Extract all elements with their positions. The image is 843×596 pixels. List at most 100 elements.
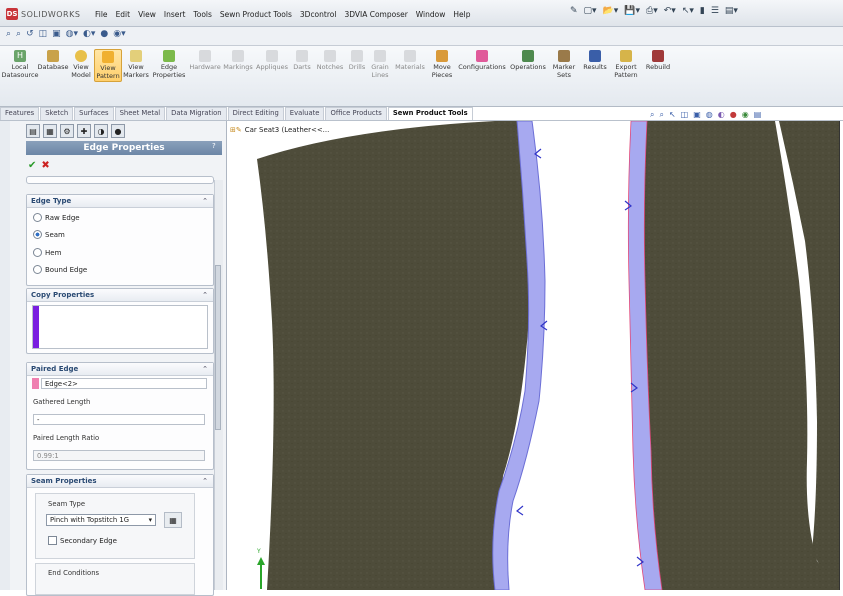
section-view-icon[interactable]: ◫ bbox=[681, 110, 689, 120]
options-icon[interactable]: ▤▾ bbox=[725, 6, 738, 16]
menu-file[interactable]: File bbox=[95, 10, 108, 19]
menu-window[interactable]: Window bbox=[416, 10, 446, 19]
display-manager-tab-icon[interactable]: ◑ bbox=[94, 124, 108, 138]
tab-evaluate[interactable]: Evaluate bbox=[284, 107, 325, 121]
radio-hem[interactable]: Hem bbox=[33, 248, 61, 257]
button-label: Grain Lines bbox=[371, 63, 389, 79]
tab-sketch[interactable]: Sketch bbox=[40, 107, 74, 121]
results-button[interactable]: Results bbox=[582, 50, 608, 72]
hide-show-icon[interactable]: ◐▾ bbox=[83, 29, 95, 39]
app-logo[interactable]: DS SOLIDWORKS bbox=[6, 7, 80, 21]
export-pattern-button[interactable]: Export Pattern bbox=[612, 50, 640, 79]
tab-features[interactable]: Features bbox=[0, 107, 40, 121]
secondary-edge-checkbox[interactable]: Secondary Edge bbox=[48, 536, 117, 545]
view-orientation-icon[interactable]: ▣ bbox=[693, 110, 701, 120]
section-view-icon[interactable]: ◫ bbox=[39, 29, 48, 39]
view-model-button[interactable]: View Model bbox=[70, 50, 92, 79]
file-properties-icon[interactable]: ☰ bbox=[711, 6, 719, 16]
property-manager-tab-icon[interactable]: ▦ bbox=[43, 124, 57, 138]
view-orientation-icon[interactable]: ▣ bbox=[52, 29, 61, 39]
appearance-tab-icon[interactable]: ● bbox=[111, 124, 125, 138]
scene-icon[interactable]: ◉▾ bbox=[113, 29, 125, 39]
menu-3dvia-composer[interactable]: 3DVIA Composer bbox=[344, 10, 407, 19]
tab-direct-editing[interactable]: Direct Editing bbox=[227, 107, 284, 121]
view-pattern-button[interactable]: View Pattern bbox=[94, 49, 122, 82]
gathered-length-field[interactable]: - bbox=[33, 414, 205, 425]
menu-view[interactable]: View bbox=[138, 10, 156, 19]
menu-3dcontrol[interactable]: 3Dcontrol bbox=[300, 10, 337, 19]
help-icon[interactable]: ? bbox=[212, 142, 216, 150]
save-icon[interactable]: 💾▾ bbox=[624, 6, 640, 16]
scrollbar-thumb[interactable] bbox=[215, 265, 221, 430]
section-title: Edge Type bbox=[31, 197, 72, 205]
zoom-to-fit-icon[interactable]: ⌕ bbox=[6, 29, 11, 39]
notches-button[interactable]: Notches bbox=[316, 50, 344, 72]
pin-icon[interactable]: ✎ bbox=[570, 6, 578, 16]
feature-tree-root[interactable]: ⊞✎ Car Seat3 (Leather<<... bbox=[230, 126, 329, 134]
select-icon[interactable]: ↖▾ bbox=[682, 6, 694, 16]
copy-properties-list[interactable] bbox=[32, 305, 208, 349]
tab-office-products[interactable]: Office Products bbox=[325, 107, 387, 121]
rebuild-small-icon[interactable]: ▮ bbox=[700, 6, 705, 16]
scene-icon[interactable]: ◉ bbox=[742, 110, 749, 120]
marker-sets-button[interactable]: Marker Sets bbox=[552, 50, 576, 79]
appliques-button[interactable]: Appliques bbox=[256, 50, 288, 72]
tab-data-migration[interactable]: Data Migration bbox=[166, 107, 227, 121]
pattern-canvas: Y bbox=[256, 121, 839, 590]
ok-check-icon[interactable]: ✔ bbox=[28, 160, 36, 171]
operations-button[interactable]: Operations bbox=[508, 50, 548, 72]
dimxpert-tab-icon[interactable]: ✚ bbox=[77, 124, 91, 138]
previous-view-icon[interactable]: ↖ bbox=[669, 110, 676, 120]
zoom-fit-icon[interactable]: ⌕ bbox=[650, 110, 654, 120]
seam-library-button[interactable]: ▦ bbox=[164, 512, 182, 528]
tab-sewn-product-tools[interactable]: Sewn Product Tools bbox=[387, 107, 473, 121]
feature-manager-tab-icon[interactable]: ▤ bbox=[26, 124, 40, 138]
seam-type-dropdown[interactable]: Pinch with Topstitch 1G ▾ bbox=[46, 514, 156, 526]
previous-view-icon[interactable]: ↺ bbox=[26, 29, 34, 39]
paired-edge-header[interactable]: Paired Edge ⌃ bbox=[27, 363, 213, 376]
materials-button[interactable]: Materials bbox=[394, 50, 426, 72]
view-markers-button[interactable]: View Markers bbox=[122, 50, 150, 79]
markings-button[interactable]: Markings bbox=[223, 50, 253, 72]
menu-help[interactable]: Help bbox=[453, 10, 470, 19]
radio-seam[interactable]: Seam bbox=[33, 230, 65, 239]
paired-edge-field[interactable]: Edge<2> bbox=[41, 378, 207, 389]
drills-button[interactable]: Drills bbox=[347, 50, 367, 72]
configurations-button[interactable]: Configurations bbox=[458, 50, 506, 72]
radio-raw-edge[interactable]: Raw Edge bbox=[33, 213, 80, 222]
menu-edit[interactable]: Edit bbox=[116, 10, 131, 19]
button-label: Materials bbox=[395, 63, 425, 71]
seam-properties-header[interactable]: Seam Properties ⌃ bbox=[27, 475, 213, 488]
radio-bound-edge[interactable]: Bound Edge bbox=[33, 265, 87, 274]
grain-lines-button[interactable]: Grain Lines bbox=[369, 50, 391, 79]
edge-type-header[interactable]: Edge Type ⌃ bbox=[27, 195, 213, 208]
hide-show-icon[interactable]: ◐ bbox=[718, 110, 725, 120]
edit-appearance-icon[interactable]: ● bbox=[100, 29, 108, 39]
move-pieces-button[interactable]: Move Pieces bbox=[430, 50, 454, 79]
local-datasource-button[interactable]: H Local Datasource bbox=[1, 50, 39, 79]
new-document-icon[interactable]: ▢▾ bbox=[584, 6, 597, 16]
database-button[interactable]: Database bbox=[38, 50, 69, 72]
tab-sheet-metal[interactable]: Sheet Metal bbox=[114, 107, 166, 121]
display-style-icon[interactable]: ◍▾ bbox=[66, 29, 78, 39]
undo-icon[interactable]: ↶▾ bbox=[664, 6, 676, 16]
menu-sewn-product-tools[interactable]: Sewn Product Tools bbox=[220, 10, 292, 19]
menu-tools[interactable]: Tools bbox=[193, 10, 211, 19]
cancel-x-icon[interactable]: ✖ bbox=[41, 160, 49, 171]
appearance-icon[interactable]: ● bbox=[730, 110, 737, 120]
print-icon[interactable]: ⎙▾ bbox=[646, 6, 658, 16]
view-settings-icon[interactable]: ▤ bbox=[754, 110, 762, 120]
graphics-viewport[interactable]: Y bbox=[227, 121, 839, 590]
darts-button[interactable]: Darts bbox=[291, 50, 313, 72]
tab-surfaces[interactable]: Surfaces bbox=[74, 107, 114, 121]
display-style-icon[interactable]: ◍ bbox=[706, 110, 713, 120]
menu-insert[interactable]: Insert bbox=[164, 10, 186, 19]
open-icon[interactable]: 📂▾ bbox=[603, 6, 619, 16]
configuration-manager-tab-icon[interactable]: ⚙ bbox=[60, 124, 74, 138]
hardware-button[interactable]: Hardware bbox=[189, 50, 221, 72]
zoom-area-icon[interactable]: ⌕ bbox=[659, 110, 663, 120]
rebuild-button[interactable]: Rebuild bbox=[644, 50, 672, 72]
copy-properties-header[interactable]: Copy Properties ⌃ bbox=[27, 289, 213, 302]
edge-properties-button[interactable]: Edge Properties bbox=[153, 50, 185, 79]
zoom-area-icon[interactable]: ⌕ bbox=[16, 29, 21, 39]
